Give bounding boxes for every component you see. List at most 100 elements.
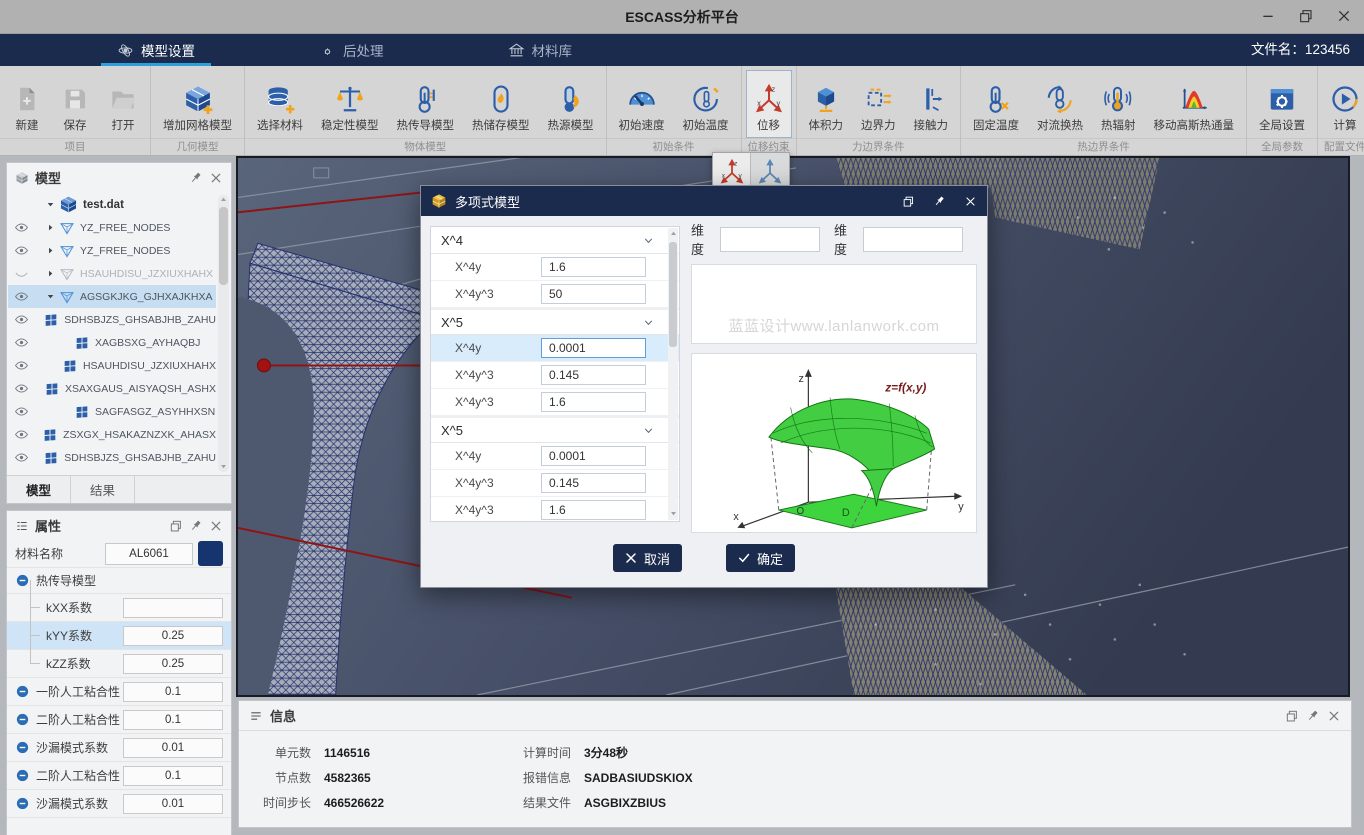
coefficient-input[interactable] — [541, 500, 646, 520]
coefficient-row[interactable]: X^4y — [431, 335, 679, 362]
coefficient-scrollbar[interactable] — [668, 228, 678, 520]
restore-panel-icon[interactable] — [1285, 709, 1299, 723]
expander-icon[interactable] — [44, 223, 57, 232]
ok-button[interactable]: 确定 — [726, 544, 795, 572]
tree-item[interactable]: test.dat — [8, 193, 216, 216]
property-row[interactable]: 沙漏模式系数 — [7, 790, 231, 818]
close-icon[interactable] — [1327, 709, 1341, 723]
toolbar-button-compute[interactable]: 计算 — [1322, 70, 1364, 138]
model-tree-scrollbar[interactable] — [218, 195, 229, 472]
pin-icon[interactable] — [189, 171, 203, 185]
property-row[interactable]: kXX系数 — [7, 594, 231, 622]
coefficient-row[interactable]: X^4y — [431, 254, 679, 281]
toolbar-button-boundary-force[interactable]: 边界力 — [853, 70, 904, 138]
scroll-down-icon[interactable] — [669, 509, 677, 519]
property-group-heat-conduction[interactable]: 热传导模型 — [7, 568, 231, 594]
material-name-input[interactable] — [105, 543, 193, 565]
tree-item[interactable]: YZ_FREE_NODES — [8, 216, 216, 239]
toolbar-button-contact-force[interactable]: 接触力 — [906, 70, 957, 138]
property-value-input[interactable] — [123, 766, 223, 786]
coefficient-row[interactable]: X^4y — [431, 443, 679, 470]
property-value-input[interactable] — [123, 710, 223, 730]
close-window-button[interactable] — [1336, 8, 1354, 26]
coefficient-row[interactable]: X^4y^3 — [431, 281, 679, 308]
coefficient-row[interactable]: X^4y^3 — [431, 389, 679, 416]
eye-visible-icon[interactable] — [8, 312, 34, 327]
property-row[interactable]: 二阶人工粘合性 — [7, 762, 231, 790]
eye-visible-icon[interactable] — [8, 427, 34, 442]
scroll-up-icon[interactable] — [669, 229, 677, 239]
coefficient-input[interactable] — [541, 257, 646, 277]
coefficient-row[interactable]: X^4y^3 — [431, 497, 679, 522]
coefficient-input[interactable] — [541, 392, 646, 412]
coefficient-input[interactable] — [541, 446, 646, 466]
eye-visible-icon[interactable] — [8, 381, 34, 396]
toolbar-button-open[interactable]: 打开 — [100, 70, 146, 138]
pin-icon[interactable] — [933, 195, 946, 208]
close-icon[interactable] — [209, 519, 223, 533]
scrollbar-thumb[interactable] — [669, 242, 677, 347]
tree-item[interactable]: SDHSBJZS_GHSABJHB_ZAHU — [8, 308, 216, 331]
coefficient-input[interactable] — [541, 365, 646, 385]
eye-visible-icon[interactable] — [8, 404, 34, 419]
eye-visible-icon[interactable] — [8, 358, 34, 373]
material-settings-button[interactable] — [198, 541, 223, 566]
toolbar-button-stability-model[interactable]: 稳定性模型 — [313, 70, 387, 138]
property-row[interactable]: 二阶人工粘合性 — [7, 706, 231, 734]
property-value-input[interactable] — [123, 654, 223, 674]
toolbar-button-new[interactable]: 新建 — [4, 70, 50, 138]
toolbar-button-convection[interactable]: 对流换热 — [1029, 70, 1091, 138]
coefficient-section-header[interactable]: X^4 — [431, 227, 679, 254]
restore-window-button[interactable] — [1298, 8, 1316, 26]
dimension-input[interactable] — [863, 227, 963, 252]
property-row[interactable]: 沙漏模式系数 — [7, 734, 231, 762]
property-value-input[interactable] — [123, 598, 223, 618]
expander-icon[interactable] — [44, 292, 57, 301]
tree-item[interactable]: SAGFASGZ_ASYHHXSN — [8, 400, 216, 423]
toolbar-button-save[interactable]: 保存 — [52, 70, 98, 138]
tab-post-process[interactable]: 后处理 — [297, 34, 406, 66]
property-value-input[interactable] — [123, 738, 223, 758]
dimension-input[interactable] — [720, 227, 820, 252]
tree-item[interactable]: HSAUHDISU_JZXIUXHAHX — [8, 262, 216, 285]
tree-item[interactable]: XSAXGAUS_AISYAQSH_ASHX — [8, 377, 216, 400]
toolbar-button-gauss-heat-flux[interactable]: 移动高斯热通量 — [1146, 70, 1243, 138]
tab-model-settings[interactable]: 模型设置 — [95, 34, 217, 66]
toolbar-button-displacement[interactable]: zxy位移 — [746, 70, 792, 138]
coefficient-section-header[interactable]: X^5 — [431, 416, 679, 443]
toolbar-button-heat-source-model[interactable]: 热源模型 — [540, 70, 602, 138]
cancel-button[interactable]: 取消 — [613, 544, 682, 572]
toolbar-button-volume-force[interactable]: 体积力 — [801, 70, 852, 138]
coefficient-section-header[interactable]: X^5 — [431, 308, 679, 335]
expander-icon[interactable] — [44, 200, 57, 209]
property-value-input[interactable] — [123, 626, 223, 646]
tab-结果[interactable]: 结果 — [71, 476, 135, 503]
close-dialog-icon[interactable] — [964, 195, 977, 208]
expander-icon[interactable] — [44, 269, 57, 278]
tree-item[interactable]: YZ_FREE_NODES — [8, 239, 216, 262]
tree-item[interactable]: ZSXGX_HSAKAZNZXK_AHASX — [8, 423, 216, 446]
close-icon[interactable] — [209, 171, 223, 185]
toolbar-button-initial-temperature[interactable]: 初始温度 — [675, 70, 737, 138]
tab-模型[interactable]: 模型 — [7, 476, 71, 503]
restore-dialog-icon[interactable] — [902, 195, 915, 208]
property-value-input[interactable] — [123, 682, 223, 702]
scrollbar-thumb[interactable] — [219, 207, 228, 285]
property-value-input[interactable] — [123, 794, 223, 814]
eye-visible-icon[interactable] — [8, 450, 34, 465]
property-row[interactable]: kZZ系数 — [7, 650, 231, 678]
coefficient-input[interactable] — [541, 473, 646, 493]
restore-panel-icon[interactable] — [169, 519, 183, 533]
eye-visible-icon[interactable] — [8, 289, 34, 304]
eye-visible-icon[interactable] — [8, 220, 34, 235]
coefficient-row[interactable]: X^4y^3 — [431, 470, 679, 497]
tab-material-lib[interactable]: 材料库 — [486, 34, 595, 66]
expander-icon[interactable] — [44, 246, 57, 255]
toolbar-button-heat-conduction-model[interactable]: 热传导模型 — [389, 70, 463, 138]
toolbar-button-initial-velocity[interactable]: 初始速度 — [611, 70, 673, 138]
toolbar-button-global-settings[interactable]: 全局设置 — [1251, 70, 1313, 138]
toolbar-button-add-mesh-model[interactable]: 增加网格模型 — [155, 70, 240, 138]
pin-icon[interactable] — [1306, 709, 1320, 723]
tree-item[interactable]: AGSGKJKG_GJHXAJKHXA — [8, 285, 216, 308]
tree-item[interactable]: SDHSBJZS_GHSABJHB_ZAHU — [8, 446, 216, 469]
